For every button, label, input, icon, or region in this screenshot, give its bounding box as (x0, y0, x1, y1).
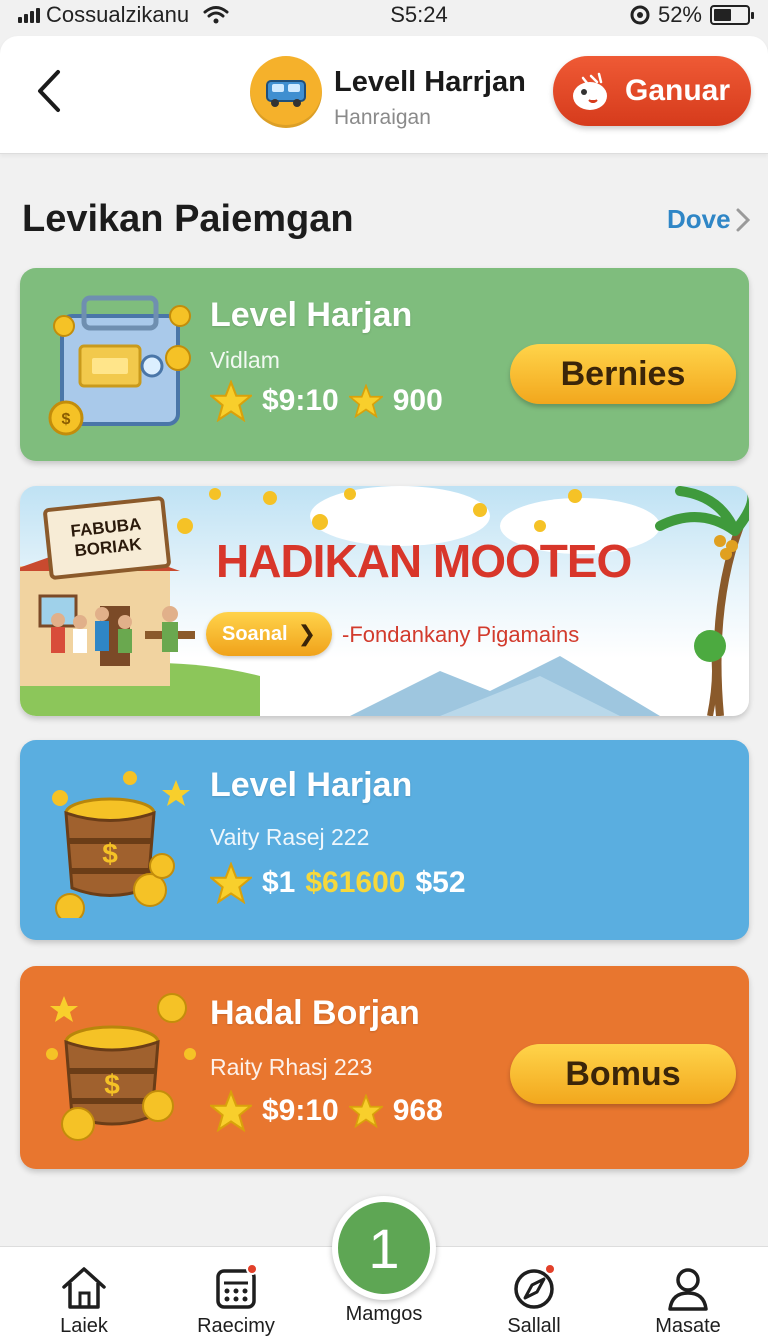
card-stat-secondary: $52 (415, 866, 466, 899)
card-subtitle: Vaity Rasej 222 (210, 824, 370, 850)
cash-register-icon: $ (48, 295, 191, 436)
bernies-button[interactable]: Bernies (510, 344, 736, 404)
star-icon (210, 1090, 252, 1132)
nav-item-masate[interactable]: Masate (628, 1263, 748, 1338)
card-stat-secondary: 968 (392, 1094, 443, 1127)
bomus-button[interactable]: Bomus (510, 1044, 736, 1104)
ganuar-button[interactable]: Ganuar (553, 56, 751, 126)
status-left: Cossualzikanu (18, 2, 278, 28)
location-icon (630, 5, 650, 25)
card-stats: $1 $61600 $52 (210, 862, 466, 904)
battery-level (714, 9, 731, 21)
card-title: Level Harjan (210, 766, 413, 804)
home-icon (62, 1267, 106, 1309)
nav-item-raecimy[interactable]: Raecimy (176, 1263, 296, 1338)
star-icon (348, 384, 383, 418)
status-right: 52% (630, 2, 754, 28)
back-icon[interactable] (30, 66, 70, 116)
header-avatar (250, 56, 322, 128)
battery-icon (710, 5, 754, 25)
nav-item-laiek[interactable]: Laiek (24, 1263, 144, 1338)
banner-tagline: -Fondankany Pigamains (342, 622, 580, 647)
mascot-icon (573, 72, 607, 110)
card-stat-primary: $9:10 (262, 384, 339, 417)
reward-card-level-harjan[interactable]: $ Level Harjan Vidlam $9:10 900 Bernies (20, 268, 749, 461)
banner-sign: FABUBA BORIAK (42, 495, 172, 581)
banner-action-button[interactable]: Soanal ❯ (206, 612, 332, 656)
card-stat-primary: $1 (262, 866, 296, 899)
reward-card-hadal-borjan[interactable]: $ Hadal Borjan Raity Rhasj 223 $9:10 968… (20, 966, 749, 1169)
nav-label: Raecimy (197, 1315, 275, 1337)
nav-label: Masate (655, 1315, 721, 1337)
card-subtitle: Raity Rhasj 223 (210, 1054, 373, 1080)
see-more-label: Dove (667, 204, 731, 234)
see-more-link[interactable]: Dove (667, 204, 751, 235)
app-header: Levell Harrjan Hanraigan Ganuar (0, 36, 768, 154)
signal-icon (18, 7, 40, 23)
coin-barrel-icon: $ (52, 771, 190, 918)
notification-badge (544, 1263, 556, 1275)
svg-text:$: $ (102, 838, 118, 869)
card-title: Hadal Borjan (210, 994, 420, 1032)
card-stats: $9:10 968 (210, 1090, 443, 1132)
promo-banner[interactable]: FABUBA BORIAK HADIKAN MOOTEO Soanal ❯ -F… (20, 486, 749, 716)
card-stats: $9:10 900 (210, 380, 443, 422)
notification-badge (246, 1263, 258, 1275)
card-stat-highlight: $61600 (305, 866, 406, 899)
card-stat-primary: $9:10 (262, 1094, 339, 1127)
compass-icon (508, 1263, 560, 1313)
banner-action-label: Soanal (221, 622, 288, 645)
banner-headline: HADIKAN MOOTEO (216, 535, 632, 587)
card-title: Level Harjan (210, 296, 413, 334)
carrier-name: Cossualzikanu (46, 2, 190, 27)
status-time: S5:24 (390, 2, 448, 27)
status-bar: Cossualzikanu S5:24 52% (0, 0, 768, 30)
star-icon (210, 380, 252, 422)
nav-label: Laiek (60, 1315, 108, 1337)
card-subtitle: Vidlam (210, 347, 280, 373)
reward-card-level-harjan-2[interactable]: $ Level Harjan Vaity Rasej 222 $1 $61600… (20, 740, 749, 940)
wifi-icon (203, 6, 229, 24)
car-icon (266, 80, 306, 107)
nav-item-sallall[interactable]: Sallall (474, 1263, 594, 1338)
card-stat-secondary: 900 (392, 384, 443, 417)
nav-label: Mamgos (345, 1303, 423, 1325)
section-title: Levikan Paiemgan (22, 198, 354, 240)
ganuar-button-label: Ganuar (625, 74, 731, 107)
header-subtitle: Hanraigan (334, 106, 431, 129)
header-title: Levell Harrjan (334, 66, 526, 98)
nav-item-mamgos[interactable]: Mamgos (324, 1303, 444, 1326)
svg-text:$: $ (62, 411, 71, 428)
profile-icon (668, 1268, 708, 1311)
battery-percent: 52% (657, 2, 702, 27)
star-icon (348, 1094, 383, 1128)
nav-label: Sallall (507, 1315, 561, 1337)
svg-text:$: $ (104, 1069, 120, 1100)
star-icon (210, 862, 252, 904)
coin-barrel-icon: $ (46, 993, 196, 1141)
calendar-icon (210, 1263, 262, 1313)
chevron-right-icon: ❯ (297, 621, 316, 646)
chevron-right-icon (736, 208, 750, 231)
center-action-button[interactable]: 1 (332, 1196, 436, 1300)
